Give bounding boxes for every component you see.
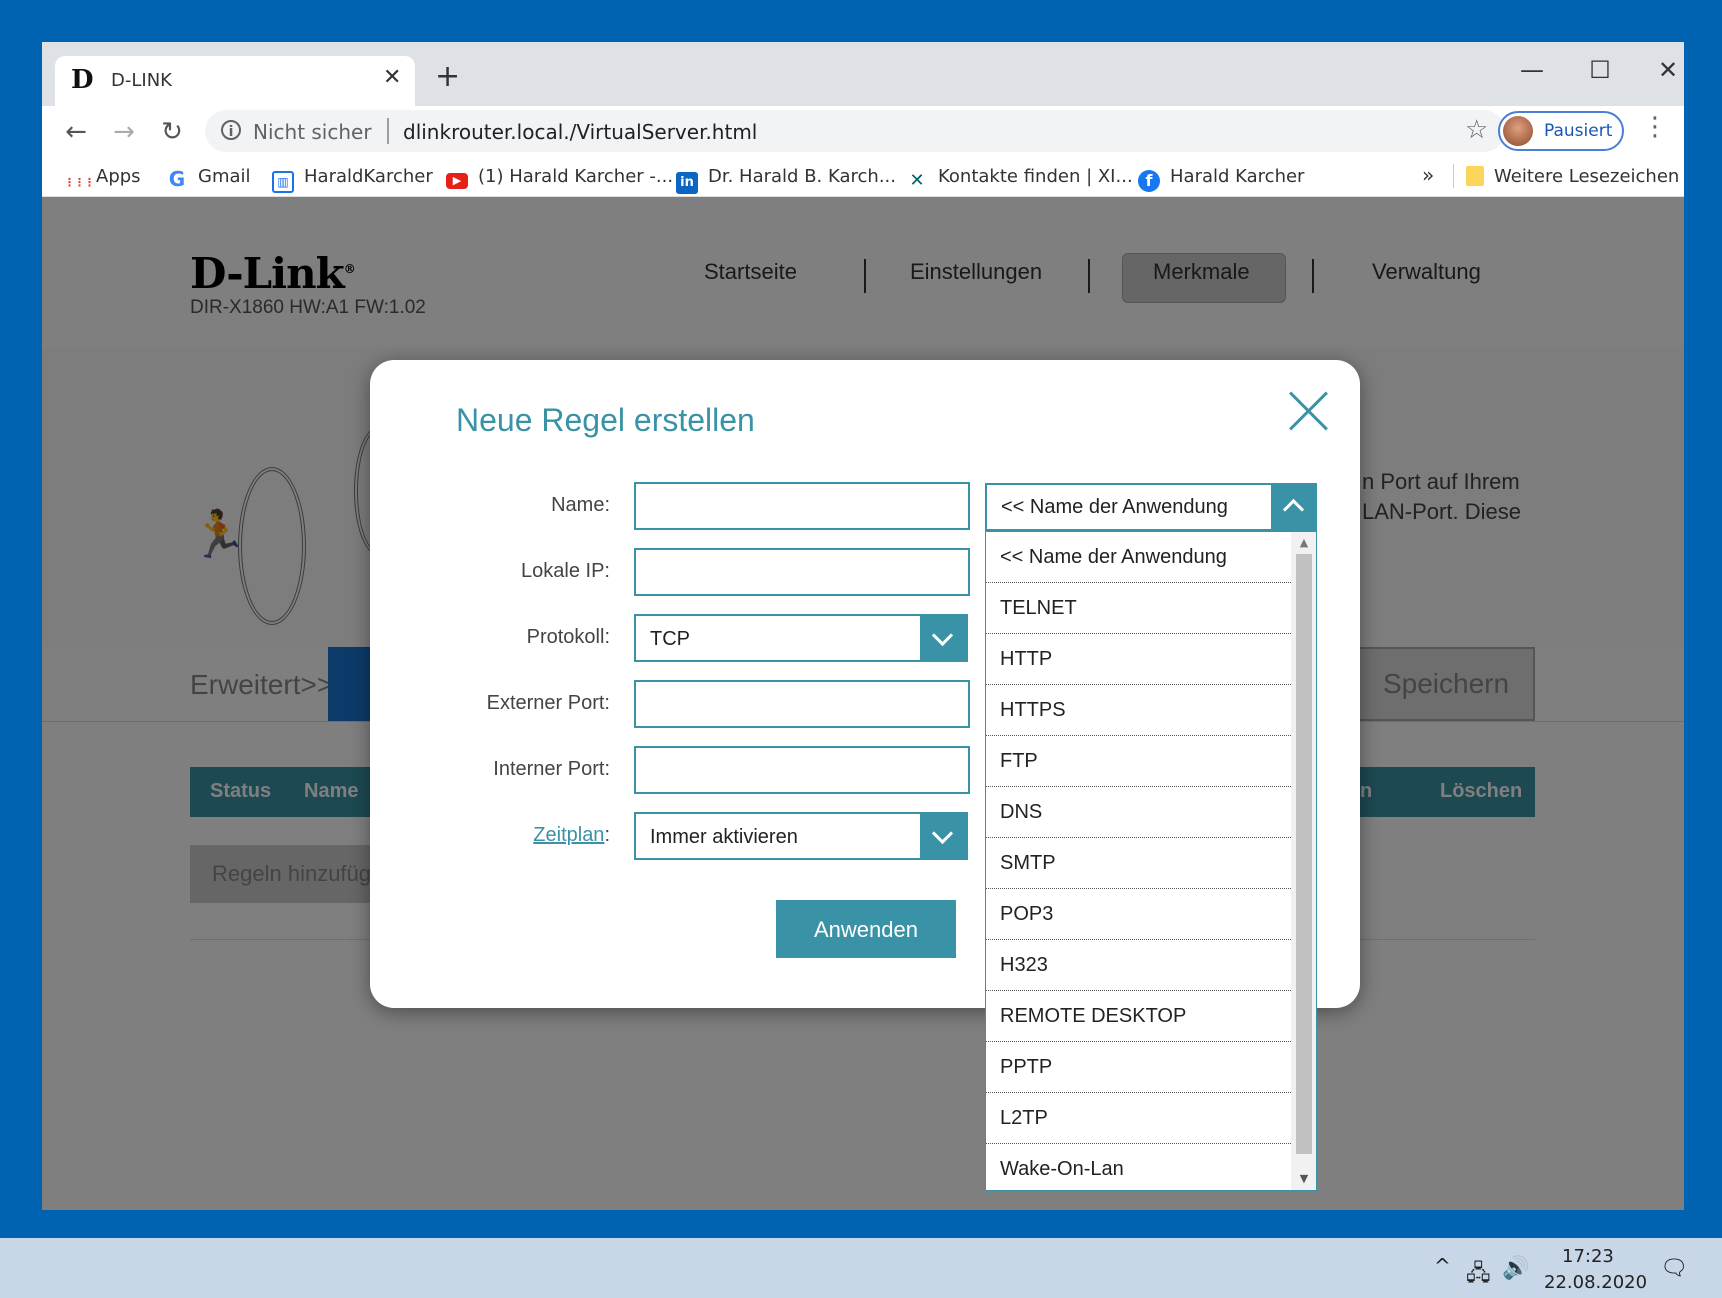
external-port-label: Externer Port: — [486, 692, 610, 714]
local-ip-input[interactable] — [634, 548, 970, 596]
app-option[interactable]: HTTP — [986, 634, 1291, 685]
scroll-down-arrow-icon[interactable]: ▼ — [1291, 1170, 1316, 1188]
internal-port-input[interactable] — [634, 746, 970, 794]
chevron-down-icon[interactable] — [920, 814, 966, 858]
app-option[interactable]: DNS — [986, 787, 1291, 838]
tab-title: D-LINK — [111, 70, 172, 91]
new-tab-button[interactable]: + — [435, 62, 460, 92]
bookmark-facebook[interactable]: f Harald Karcher — [1138, 166, 1304, 192]
app-option[interactable]: POP3 — [986, 889, 1291, 940]
tab-close-icon[interactable]: ✕ — [383, 66, 401, 90]
apply-button[interactable]: Anwenden — [776, 900, 956, 958]
app-option[interactable]: SMTP — [986, 838, 1291, 889]
info-icon[interactable]: i — [221, 120, 241, 140]
bookmark-youtube[interactable]: ▶ (1) Harald Karcher -... — [446, 166, 673, 189]
other-bookmarks[interactable]: Weitere Lesezeichen — [1466, 166, 1679, 187]
app-option[interactable]: L2TP — [986, 1093, 1291, 1144]
scrollbar-thumb[interactable] — [1296, 554, 1312, 1154]
profile-button[interactable]: Pausiert — [1498, 111, 1624, 151]
google-icon: G — [168, 167, 186, 191]
tray-overflow-icon[interactable]: ^ — [1434, 1254, 1451, 1278]
external-port-input[interactable] — [634, 680, 970, 728]
bookmark-label: Apps — [96, 166, 141, 187]
security-label[interactable]: Nicht sicher — [253, 120, 372, 144]
app-option[interactable]: H323 — [986, 940, 1291, 991]
folder-icon — [1466, 166, 1484, 186]
facebook-icon: f — [1138, 170, 1160, 192]
maximize-button[interactable]: ☐ — [1570, 50, 1630, 90]
xing-icon: ✕ — [909, 170, 925, 191]
bookmark-haraldkarcher[interactable]: ▥ HaraldKarcher — [272, 166, 433, 193]
minimize-button[interactable]: — — [1502, 50, 1562, 90]
application-select[interactable]: << Name der Anwendung — [985, 483, 1317, 531]
page-icon: ▥ — [272, 171, 294, 193]
app-option[interactable]: PPTP — [986, 1042, 1291, 1093]
volume-icon[interactable]: 🔊 — [1502, 1256, 1529, 1281]
application-select-value: << Name der Anwendung — [1001, 496, 1228, 518]
profile-label: Pausiert — [1544, 121, 1613, 141]
application-options-list: << Name der Anwendung TELNET HTTP HTTPS … — [985, 531, 1317, 1191]
name-label: Name: — [551, 494, 610, 516]
other-bookmarks-label: Weitere Lesezeichen — [1494, 166, 1680, 187]
bookmark-label: HaraldKarcher — [304, 166, 433, 187]
internal-port-label: Interner Port: — [493, 758, 610, 780]
youtube-icon: ▶ — [446, 173, 468, 189]
protocol-value: TCP — [650, 628, 690, 650]
linkedin-icon: in — [676, 172, 698, 194]
schedule-link[interactable]: Zeitplan — [533, 824, 604, 846]
bookmark-apps[interactable]: ⋮⋮⋮ Apps — [64, 166, 141, 194]
dialog-title: Neue Regel erstellen — [456, 402, 755, 438]
bookmark-linkedin[interactable]: in Dr. Harald B. Karch... — [676, 166, 896, 194]
bookmarks-bar: ⋮⋮⋮ Apps G Gmail ▥ HaraldKarcher ▶ (1) Haral… — [42, 156, 1684, 197]
chevron-up-icon[interactable] — [1271, 485, 1315, 529]
bookmark-label: Kontakte finden | XI... — [938, 166, 1133, 187]
browser-tab[interactable]: D D-LINK ✕ — [55, 56, 415, 108]
app-option[interactable]: TELNET — [986, 583, 1291, 634]
bookmark-label: Gmail — [198, 166, 251, 187]
schedule-label-suffix: : — [604, 824, 610, 846]
network-icon[interactable]: 🖧 — [1466, 1256, 1491, 1294]
app-option[interactable]: FTP — [986, 736, 1291, 787]
more-bookmarks-chevron-icon[interactable]: » — [1422, 163, 1434, 187]
scroll-up-arrow-icon[interactable]: ▲ — [1291, 534, 1316, 552]
bookmarks-divider — [1453, 164, 1454, 188]
dlink-favicon-icon: D — [71, 65, 94, 95]
bookmark-gmail[interactable]: G Gmail — [166, 166, 251, 190]
back-icon[interactable]: ← — [58, 114, 94, 150]
address-bar[interactable]: i Nicht sicher dlinkrouter.local./Virtua… — [205, 110, 1505, 152]
bookmark-label: Dr. Harald B. Karch... — [708, 166, 896, 187]
title-bar: D D-LINK ✕ + — ☐ ✕ — [42, 42, 1684, 108]
local-ip-label: Lokale IP: — [521, 560, 610, 582]
browser-toolbar: ← → ↻ i Nicht sicher dlinkrouter.local./… — [42, 106, 1684, 156]
name-input[interactable] — [634, 482, 970, 530]
bookmark-label: (1) Harald Karcher -... — [478, 166, 674, 187]
clock-time[interactable]: 17:23 — [1562, 1246, 1614, 1267]
protocol-label: Protokoll: — [526, 626, 610, 648]
dialog-close-icon[interactable] — [1288, 390, 1328, 430]
chevron-down-icon[interactable] — [920, 616, 966, 660]
schedule-select[interactable]: Immer aktivieren — [634, 812, 968, 860]
bookmark-label: Harald Karcher — [1170, 166, 1305, 187]
address-separator — [387, 118, 389, 144]
bookmark-star-icon[interactable]: ☆ — [1465, 115, 1488, 145]
schedule-label: Zeitplan: — [370, 824, 610, 847]
app-option[interactable]: REMOTE DESKTOP — [986, 991, 1291, 1042]
reload-icon[interactable]: ↻ — [154, 114, 190, 150]
windows-taskbar: ^ 🖧 🔊 17:23 22.08.2020 🗨 — [0, 1238, 1722, 1298]
app-option[interactable]: << Name der Anwendung — [986, 532, 1291, 583]
clock-date[interactable]: 22.08.2020 — [1544, 1272, 1647, 1293]
browser-menu-icon[interactable]: ⋮ — [1642, 112, 1668, 142]
app-option[interactable]: HTTPS — [986, 685, 1291, 736]
avatar — [1503, 116, 1533, 146]
notifications-icon[interactable]: 🗨 — [1660, 1256, 1688, 1281]
forward-icon[interactable]: → — [106, 114, 142, 150]
protocol-select[interactable]: TCP — [634, 614, 968, 662]
close-window-button[interactable]: ✕ — [1638, 50, 1684, 90]
bookmark-xing[interactable]: ✕ Kontakte finden | XI... — [906, 166, 1133, 192]
apps-grid-icon: ⋮⋮⋮ — [64, 176, 95, 189]
url-text[interactable]: dlinkrouter.local./VirtualServer.html — [403, 120, 757, 144]
schedule-value: Immer aktivieren — [650, 826, 798, 848]
options-scrollbar[interactable]: ▲ ▼ — [1291, 532, 1316, 1190]
app-option[interactable]: Wake-On-Lan — [986, 1144, 1291, 1190]
